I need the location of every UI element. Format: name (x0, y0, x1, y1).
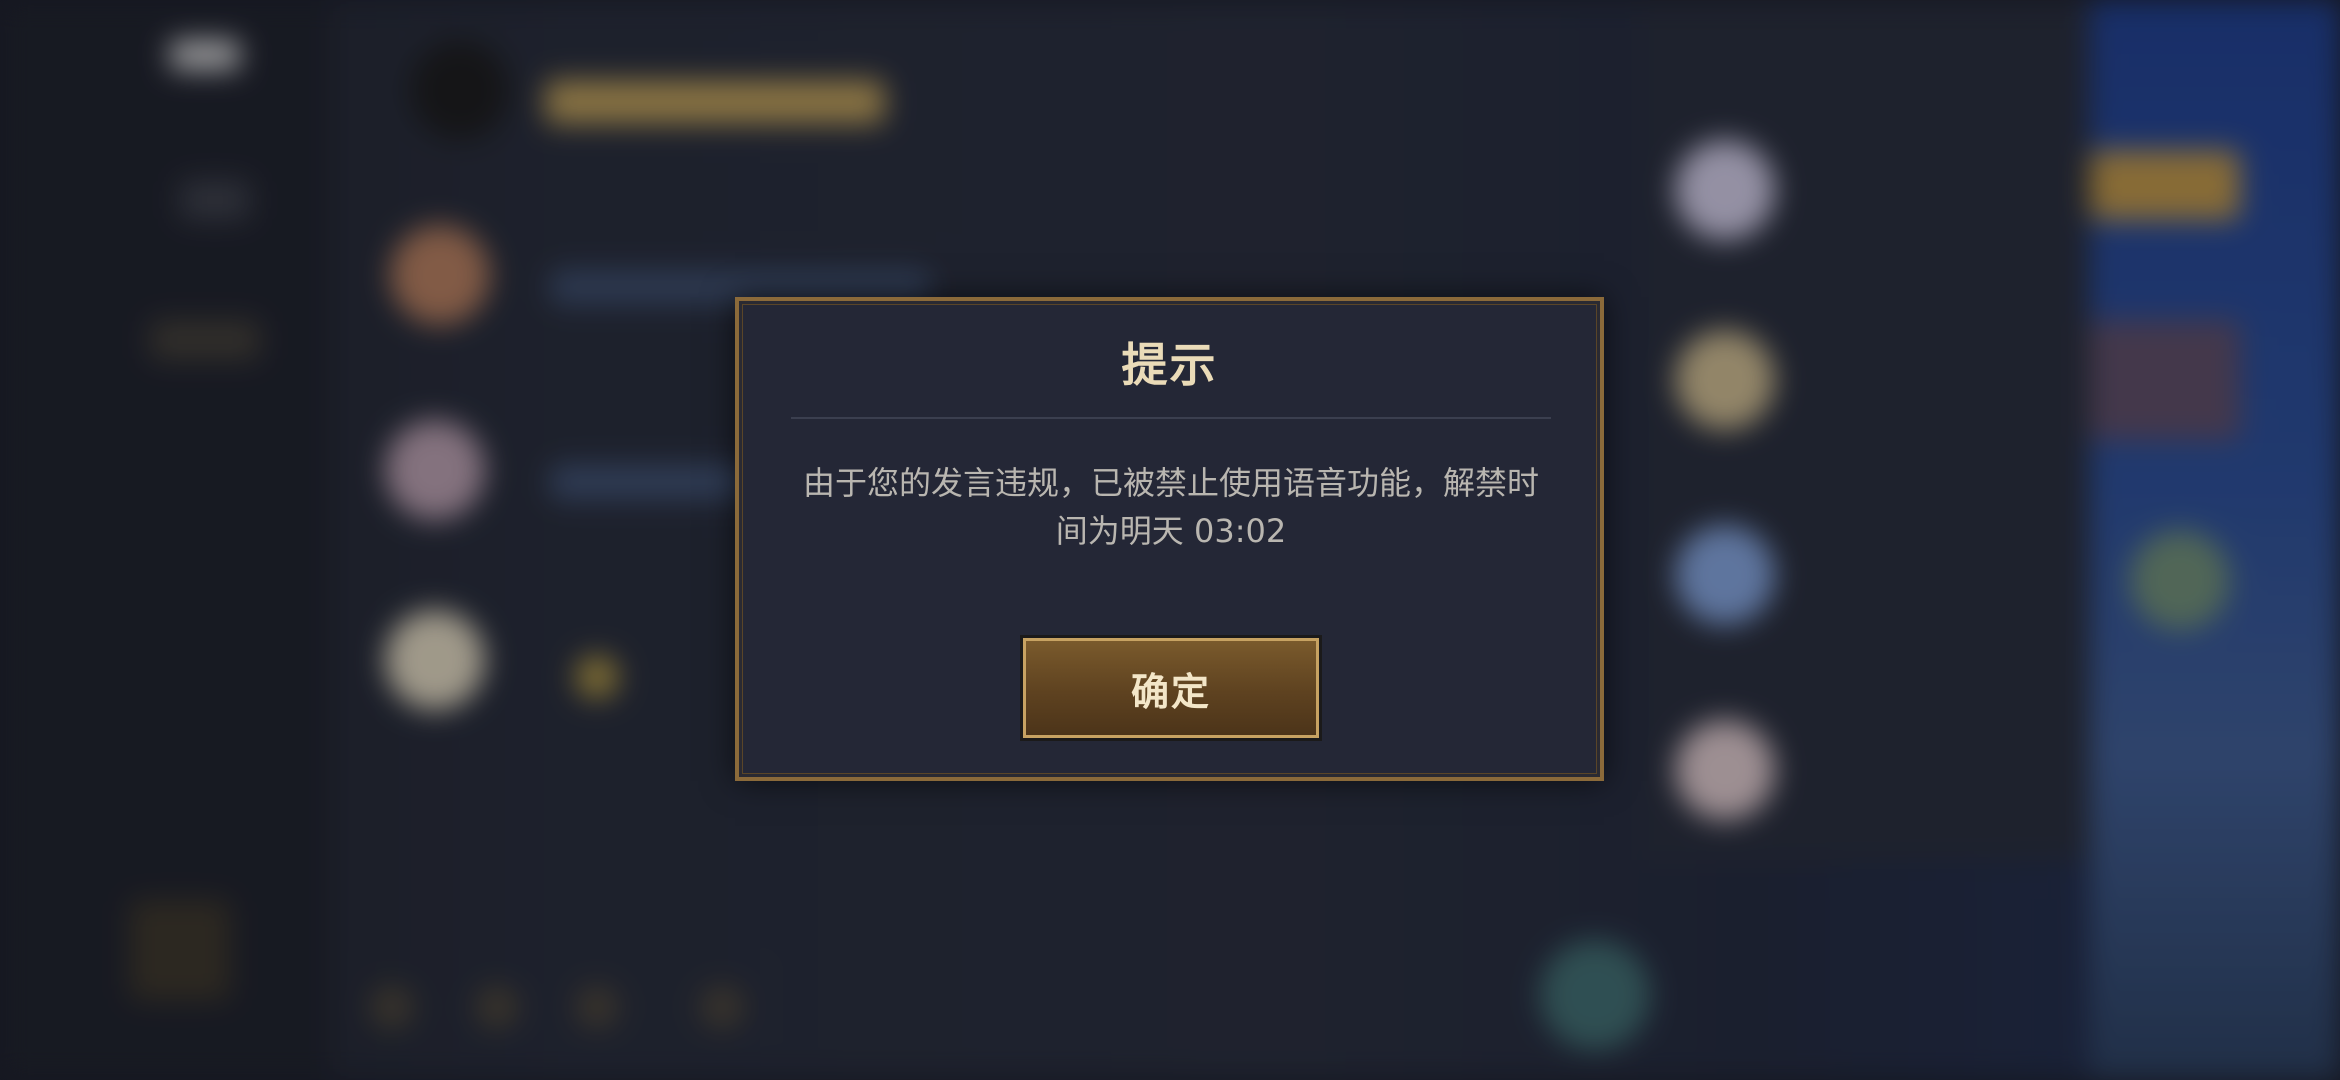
dialog-divider (791, 417, 1551, 419)
app-screen: 提示 由于您的发言违规，已被禁止使用语音功能，解禁时间为明天 03:02 确定 (0, 0, 2340, 1080)
confirm-button-label: 确定 (1130, 669, 1211, 714)
notice-dialog: 提示 由于您的发言违规，已被禁止使用语音功能，解禁时间为明天 03:02 确定 (735, 297, 1604, 781)
confirm-button[interactable]: 确定 (1023, 638, 1319, 738)
dialog-message: 由于您的发言违规，已被禁止使用语音功能，解禁时间为明天 03:02 (802, 464, 1539, 550)
dialog-title: 提示 (1121, 338, 1218, 392)
